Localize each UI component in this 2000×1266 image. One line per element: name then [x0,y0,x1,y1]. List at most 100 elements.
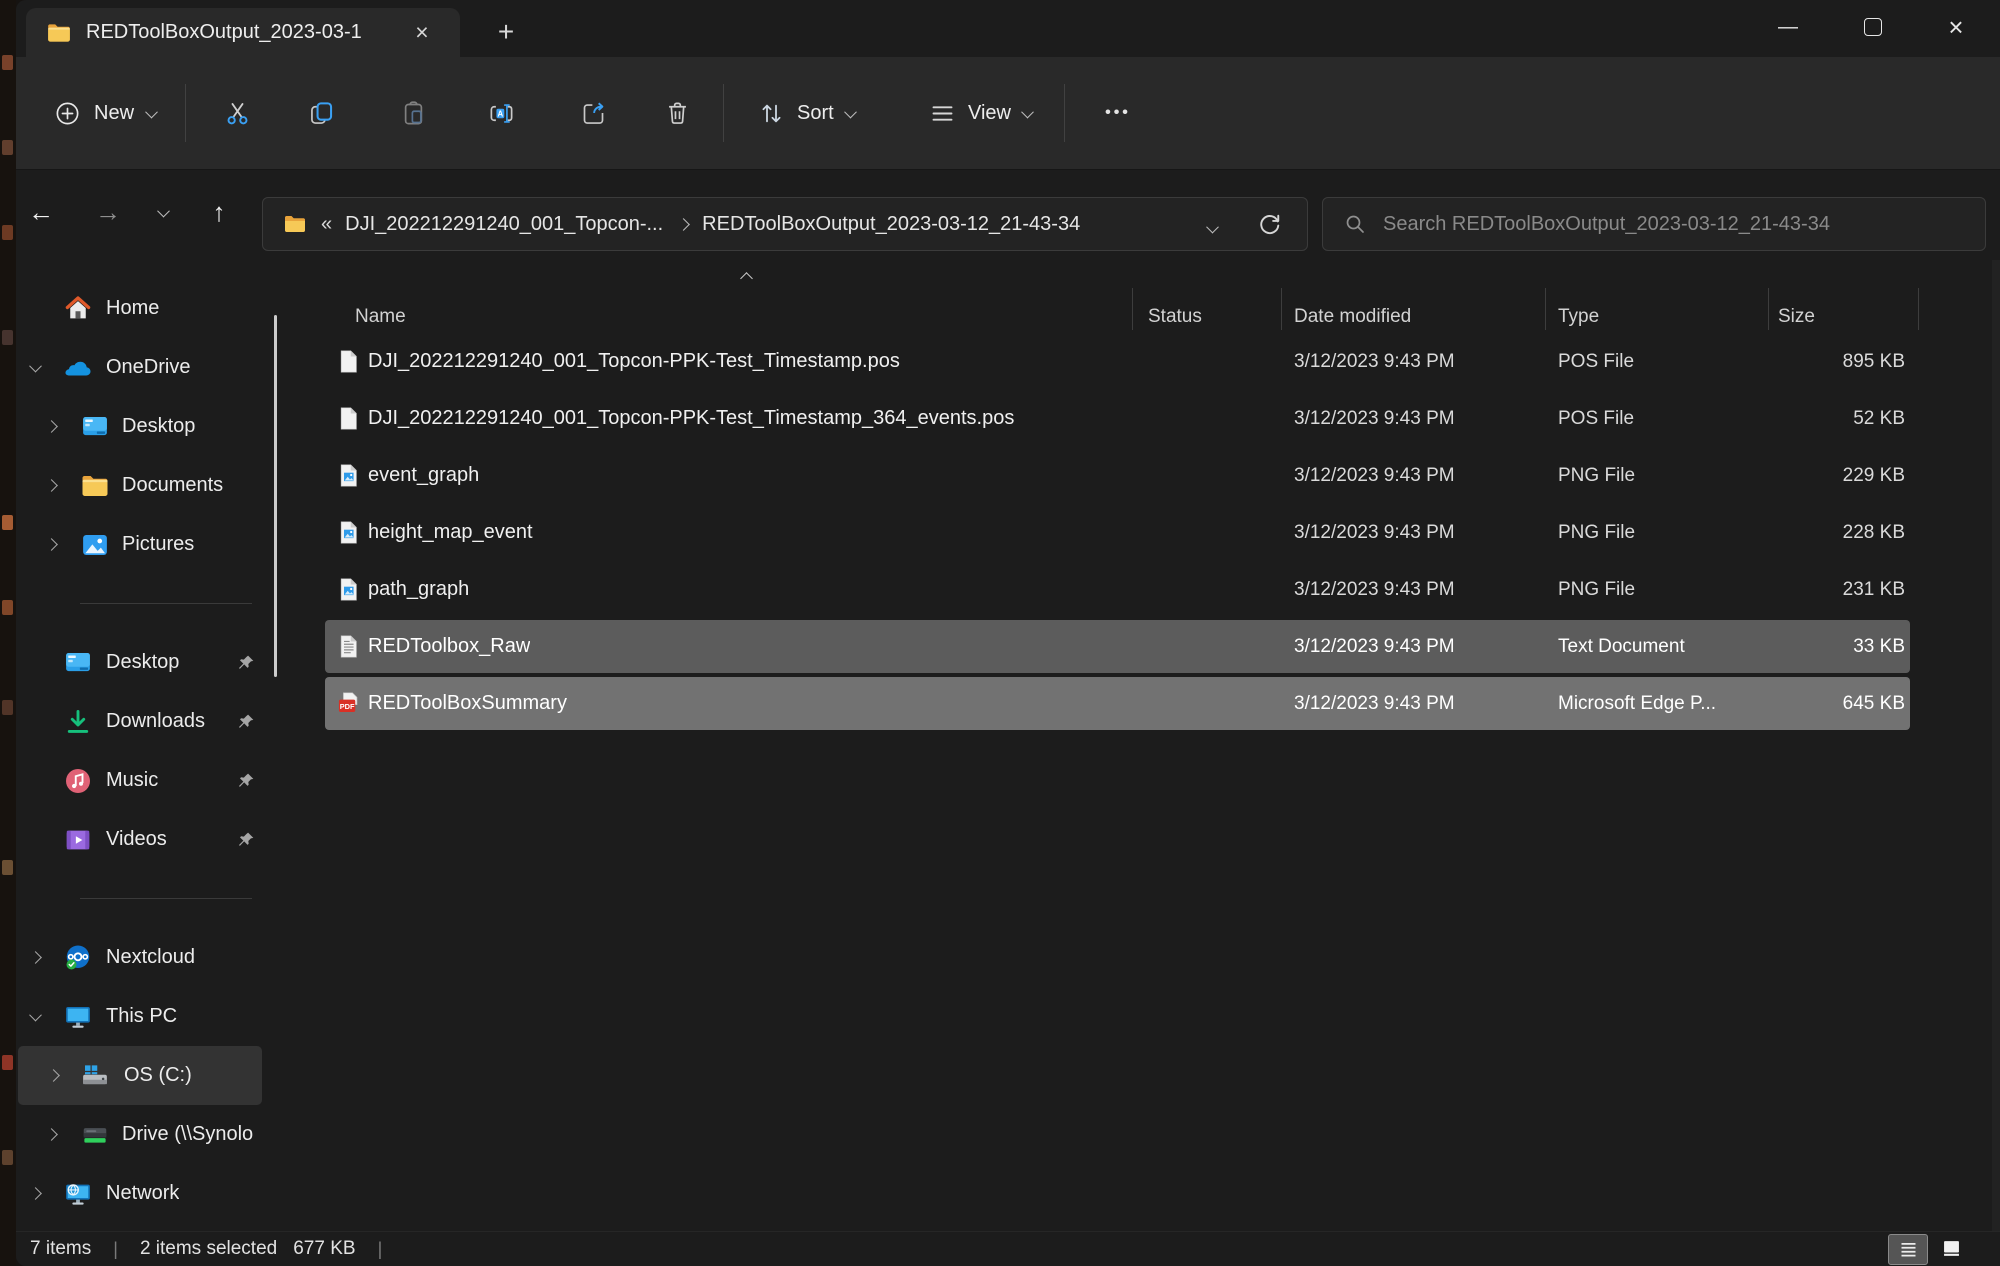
breadcrumb-overflow[interactable]: « [321,213,332,236]
new-button[interactable]: New [32,87,174,139]
status-divider: | [113,1239,118,1260]
sidebar-item-drive-synolo[interactable]: Drive (\\Synolo [16,1105,268,1164]
sidebar-item-documents[interactable]: Documents [16,456,268,515]
recent-locations-button[interactable] [140,189,186,235]
pos-file-icon [335,405,362,432]
details-view-button[interactable] [1888,1234,1928,1265]
sidebar-item-desktop[interactable]: Desktop [16,397,268,456]
file-type: PNG File [1558,465,1635,487]
search-box[interactable] [1322,197,1986,251]
sidebar-item-pictures[interactable]: Pictures [16,515,268,574]
see-more-button[interactable]: ••• [1086,87,1150,139]
table-row[interactable]: REDToolbox_Raw3/12/2023 9:43 PMText Docu… [300,618,2000,675]
table-row[interactable]: PDFREDToolBoxSummary3/12/2023 9:43 PMMic… [300,675,2000,732]
chevron-down-icon[interactable] [29,360,42,373]
column-divider[interactable] [1545,288,1546,330]
column-divider[interactable] [1918,288,1919,330]
minimize-button[interactable]: — [1756,4,1820,50]
chevron-right-icon[interactable] [29,1187,42,1200]
forward-button[interactable]: → [85,189,131,235]
view-button[interactable]: View [913,87,1048,139]
cut-icon [224,100,251,127]
thumbnail-view-button[interactable] [1932,1234,1970,1263]
chevron-right-icon [677,218,690,231]
refresh-button[interactable] [1256,211,1283,238]
close-button[interactable]: × [1924,4,1988,50]
chevron-down-icon[interactable] [29,1009,42,1022]
selection-size: 677 KB [293,1238,355,1260]
chevron-right-icon[interactable] [45,1128,58,1141]
chevron-right-icon[interactable] [45,420,58,433]
column-divider[interactable] [1132,288,1133,330]
column-divider[interactable] [1768,288,1769,330]
table-row[interactable]: height_map_event3/12/2023 9:43 PMPNG Fil… [300,504,2000,561]
tab-close-icon[interactable]: × [406,17,438,47]
up-button[interactable]: ↑ [196,189,242,235]
sidebar-item-os-c[interactable]: OS (C:) [18,1046,262,1105]
share-button[interactable] [565,87,621,139]
file-name: height_map_event [368,521,533,544]
file-type: PNG File [1558,522,1635,544]
tab-folder[interactable]: REDToolBoxOutput_2023-03-1 × [26,8,460,57]
search-icon [1343,212,1367,236]
chevron-right-icon[interactable] [45,479,58,492]
sidebar-item-this-pc[interactable]: This PC [16,987,268,1046]
sidebar-item-music[interactable]: Music [16,751,268,810]
table-row[interactable]: DJI_202212291240_001_Topcon-PPK-Test_Tim… [300,333,2000,390]
column-header-name[interactable]: Name [355,306,406,328]
column-header-size[interactable]: Size [1778,306,1815,328]
back-button[interactable]: ← [18,189,64,235]
sidebar-item-label: OS (C:) [124,1064,192,1087]
desktop-edge-artifact [2,225,13,240]
search-input[interactable] [1381,212,1945,237]
sort-button[interactable]: Sort [742,87,871,139]
paste-button[interactable] [385,87,441,139]
table-row[interactable]: event_graph3/12/2023 9:43 PMPNG File229 … [300,447,2000,504]
toolbar-divider [1064,84,1065,142]
maximize-button[interactable] [1841,4,1905,50]
sidebar-item-home[interactable]: Home [16,279,268,338]
breadcrumb-current[interactable]: REDToolBoxOutput_2023-03-12_21-43-34 [702,213,1080,236]
cut-button[interactable] [209,87,265,139]
onedrive-icon [63,353,93,383]
column-header-status[interactable]: Status [1148,306,1202,328]
view-button-label: View [968,102,1011,125]
items-count: 7 items [30,1238,91,1260]
chevron-right-icon[interactable] [29,951,42,964]
chevron-right-icon[interactable] [45,538,58,551]
chevron-right-icon[interactable] [47,1069,60,1082]
file-list-scrollbar[interactable] [1992,260,2000,1232]
copy-button[interactable] [293,87,349,139]
file-size: 645 KB [1695,693,1905,715]
breadcrumb-parent[interactable]: DJI_202212291240_001_Topcon-... [345,213,663,236]
text-file-icon [335,633,362,660]
rename-button[interactable]: A [473,87,529,139]
address-bar[interactable]: « DJI_202212291240_001_Topcon-... REDToo… [262,197,1308,251]
sidebar-item-network[interactable]: Network [16,1164,268,1223]
trash-icon [664,100,691,127]
column-divider[interactable] [1281,288,1282,330]
sidebar-item-label: Videos [106,828,167,851]
sidebar-item-onedrive[interactable]: OneDrive [16,338,268,397]
sidebar-item-label: Music [106,769,158,792]
new-button-label: New [94,102,134,125]
chevron-down-icon [844,105,857,118]
copy-icon [308,100,335,127]
column-header-date-modified[interactable]: Date modified [1294,306,1411,328]
table-row[interactable]: path_graph3/12/2023 9:43 PMPNG File231 K… [300,561,2000,618]
sidebar-item-downloads[interactable]: Downloads [16,692,268,751]
new-tab-button[interactable]: + [486,13,526,51]
chevron-down-icon [1206,221,1219,234]
pin-icon [236,712,256,732]
file-date-modified: 3/12/2023 9:43 PM [1294,465,1455,487]
desktop-edge-artifact [2,700,13,715]
delete-button[interactable] [649,87,705,139]
sidebar-scrollbar-thumb[interactable] [274,315,277,677]
sidebar-item-videos[interactable]: Videos [16,810,268,869]
address-dropdown-button[interactable] [1208,220,1217,238]
sidebar-item-desktop[interactable]: Desktop [16,633,268,692]
sidebar-item-nextcloud[interactable]: Nextcloud [16,928,268,987]
network-icon [63,1179,93,1209]
column-header-type[interactable]: Type [1558,306,1599,328]
table-row[interactable]: DJI_202212291240_001_Topcon-PPK-Test_Tim… [300,390,2000,447]
